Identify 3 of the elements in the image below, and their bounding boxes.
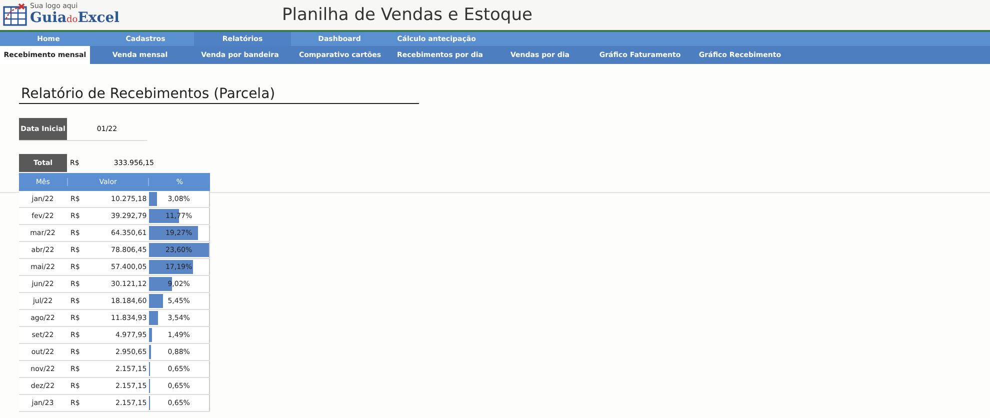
report-title: Relatório de Recebimentos (Parcela) [19, 86, 419, 104]
sheet-title: Planilha de Vendas e Estoque [282, 5, 532, 25]
logo-text: GuiadoExcel [30, 10, 120, 28]
